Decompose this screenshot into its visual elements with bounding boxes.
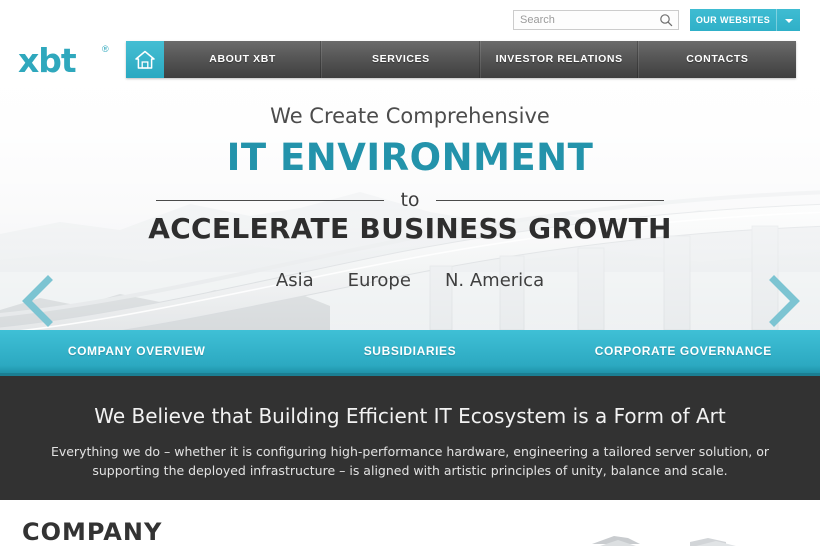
- our-websites-button[interactable]: OUR WEBSITES: [690, 9, 800, 31]
- top-utility-bar: OUR WEBSITES: [0, 0, 820, 38]
- main-navigation: ABOUT XBT SERVICES INVESTOR RELATIONS CO…: [126, 41, 796, 78]
- section-navigation: COMPANY OVERVIEW SUBSIDIARIES CORPORATE …: [0, 330, 820, 376]
- carousel-prev-button[interactable]: [18, 274, 64, 328]
- search-input[interactable]: [514, 11, 654, 29]
- section-nav-subsidiaries[interactable]: SUBSIDIARIES: [273, 330, 546, 373]
- chevron-down-icon[interactable]: [776, 9, 800, 31]
- hero-line-1: We Create Comprehensive: [270, 104, 550, 128]
- registered-trademark-icon: ®: [102, 44, 109, 54]
- belief-heading: We Believe that Building Efficient IT Ec…: [94, 404, 726, 428]
- section-nav-corporate-governance[interactable]: CORPORATE GOVERNANCE: [547, 330, 820, 373]
- region-link-asia[interactable]: Asia: [276, 270, 314, 291]
- logo[interactable]: xbt ®: [18, 44, 118, 80]
- hero-connector: to: [400, 189, 420, 211]
- company-section: COMPANY: [0, 500, 820, 548]
- hero-divider: to: [0, 189, 820, 211]
- region-link-europe[interactable]: Europe: [348, 270, 411, 291]
- hero-text-block: We Create Comprehensive IT ENVIRONMENT t…: [0, 84, 820, 330]
- hero-banner: We Create Comprehensive IT ENVIRONMENT t…: [0, 84, 820, 330]
- search-box[interactable]: [513, 10, 679, 30]
- hero-rule-left: [156, 199, 385, 201]
- chevron-right-icon: [758, 275, 804, 330]
- company-decorative-illustration: [592, 536, 736, 546]
- nav-home-button[interactable]: [126, 41, 164, 78]
- logo-text: xbt: [18, 41, 77, 80]
- hero-rule-right: [435, 199, 664, 201]
- region-link-n-america[interactable]: N. America: [445, 270, 544, 291]
- nav-item-about-xbt[interactable]: ABOUT XBT: [164, 41, 323, 78]
- nav-item-contacts[interactable]: CONTACTS: [639, 41, 796, 78]
- nav-item-services[interactable]: SERVICES: [322, 41, 481, 78]
- hero-line-3: ACCELERATE BUSINESS GROWTH: [148, 212, 672, 245]
- carousel-next-button[interactable]: [758, 274, 804, 328]
- hero-line-2: IT ENVIRONMENT: [226, 136, 594, 179]
- search-icon[interactable]: [659, 13, 673, 27]
- hero-region-links: Asia Europe N. America: [0, 270, 820, 291]
- section-nav-company-overview[interactable]: COMPANY OVERVIEW: [0, 330, 273, 373]
- company-section-title: COMPANY: [22, 518, 163, 546]
- belief-section: We Believe that Building Efficient IT Ec…: [0, 376, 820, 500]
- nav-item-investor-relations[interactable]: INVESTOR RELATIONS: [481, 41, 639, 78]
- belief-body-text: Everything we do – whether it is configu…: [50, 444, 770, 478]
- chevron-left-icon: [18, 275, 64, 330]
- our-websites-label: OUR WEBSITES: [695, 15, 771, 25]
